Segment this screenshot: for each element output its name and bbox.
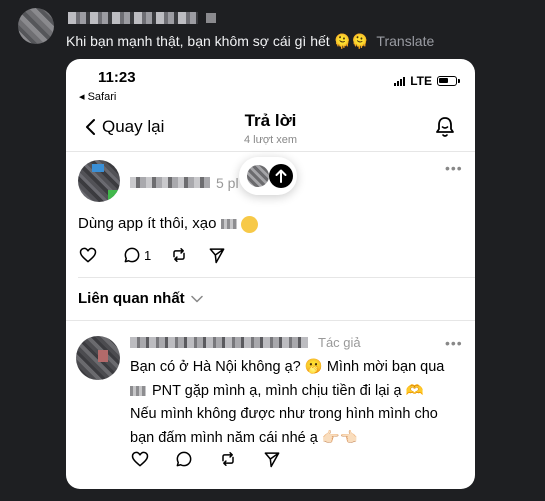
reply-author-name-redacted[interactable]	[130, 177, 210, 188]
status-indicators: LTE	[394, 74, 460, 88]
author-reply-name-redacted[interactable]	[130, 337, 308, 348]
view-count: 4 lượt xem	[243, 134, 298, 146]
signal-icon	[394, 76, 406, 86]
author-reply-actions	[130, 449, 296, 469]
repost-button[interactable]	[169, 245, 189, 265]
network-label: LTE	[410, 74, 432, 88]
send-icon	[264, 452, 280, 468]
repost-icon	[222, 452, 234, 466]
comment-button[interactable]: 1	[122, 245, 151, 265]
sort-dropdown[interactable]: Liên quan nhất	[78, 290, 203, 307]
arrow-up-icon	[275, 169, 287, 183]
reply-time: 5 pl	[216, 175, 239, 191]
more-options-button[interactable]: •••	[445, 160, 463, 176]
heart-icon	[131, 451, 149, 467]
related-divider	[66, 320, 475, 321]
reply-author-avatar[interactable]	[78, 160, 120, 202]
like-button[interactable]	[78, 245, 98, 265]
redacted-word	[220, 219, 237, 230]
sort-dropdown-label: Liên quan nhất	[78, 290, 185, 307]
embedded-phone-screenshot: 11:23 ◂ Safari LTE Quay lại Trả lời 4 lư…	[66, 59, 475, 489]
like-button[interactable]	[130, 449, 150, 469]
comment-icon	[124, 247, 140, 263]
upside-down-face-emoji	[240, 215, 258, 233]
chevron-down-icon	[190, 295, 203, 302]
author-reply-line: PNT gặp mình ạ, mình chịu tiền đi lại ạ …	[130, 380, 460, 404]
comment-count: 1	[144, 247, 152, 263]
chat-message-header: Khi bạn mạnh thật, bạn khôm sợ cái gì hế…	[18, 6, 538, 56]
author-reply-line-text: PNT gặp mình ạ, mình chịu tiền đi lại ạ …	[152, 382, 424, 399]
scroll-up-button[interactable]	[269, 164, 293, 188]
reply-text: Dùng app ít thôi, xạo	[78, 215, 258, 233]
comment-icon	[176, 451, 192, 467]
page-title: Trả lời	[244, 111, 297, 130]
nav-divider	[66, 151, 475, 152]
notification-bell-icon[interactable]	[433, 115, 457, 139]
mini-avatar	[247, 165, 269, 187]
reply-text-content: Dùng app ít thôi, xạo	[78, 215, 217, 232]
comment-button[interactable]	[174, 449, 194, 469]
author-reply-text: Bạn có ở Hà Nội không ạ? 🫢 Mình mời bạn …	[130, 356, 460, 450]
repost-button[interactable]	[218, 449, 238, 469]
sender-name-redacted	[68, 12, 198, 24]
author-reply-line: Nếu mình không được như trong hình mình …	[130, 406, 438, 422]
author-reply-more-button[interactable]: •••	[445, 335, 463, 351]
chat-message-text: Khi bạn mạnh thật, bạn khôm sợ cái gì hế…	[66, 33, 369, 49]
back-to-safari-link[interactable]: ◂ Safari	[79, 90, 116, 103]
author-reply-line: Bạn có ở Hà Nội không ạ? 🫢 Mình mời bạn …	[130, 359, 445, 375]
author-reply-avatar[interactable]	[76, 336, 120, 380]
reply-divider	[78, 277, 475, 278]
floating-scroll-button[interactable]	[239, 157, 297, 195]
share-button[interactable]	[262, 449, 282, 469]
chat-message-text-row: Khi bạn mạnh thật, bạn khôm sợ cái gì hế…	[66, 33, 434, 50]
translate-link[interactable]: Translate	[376, 33, 434, 49]
sender-timestamp-redacted	[206, 13, 216, 23]
redacted-word	[130, 385, 146, 396]
author-badge: Tác giả	[318, 335, 361, 350]
battery-icon	[437, 76, 460, 86]
repost-icon	[173, 248, 185, 262]
share-button[interactable]	[207, 245, 227, 265]
reply-actions: 1	[78, 245, 241, 265]
sender-avatar[interactable]	[18, 8, 54, 44]
heart-icon	[79, 247, 97, 263]
author-reply-line: bạn đấm mình năm cái nhé ạ 👉🏻👈🏻	[130, 429, 358, 446]
send-icon	[209, 248, 225, 264]
status-time: 11:23	[98, 69, 136, 86]
